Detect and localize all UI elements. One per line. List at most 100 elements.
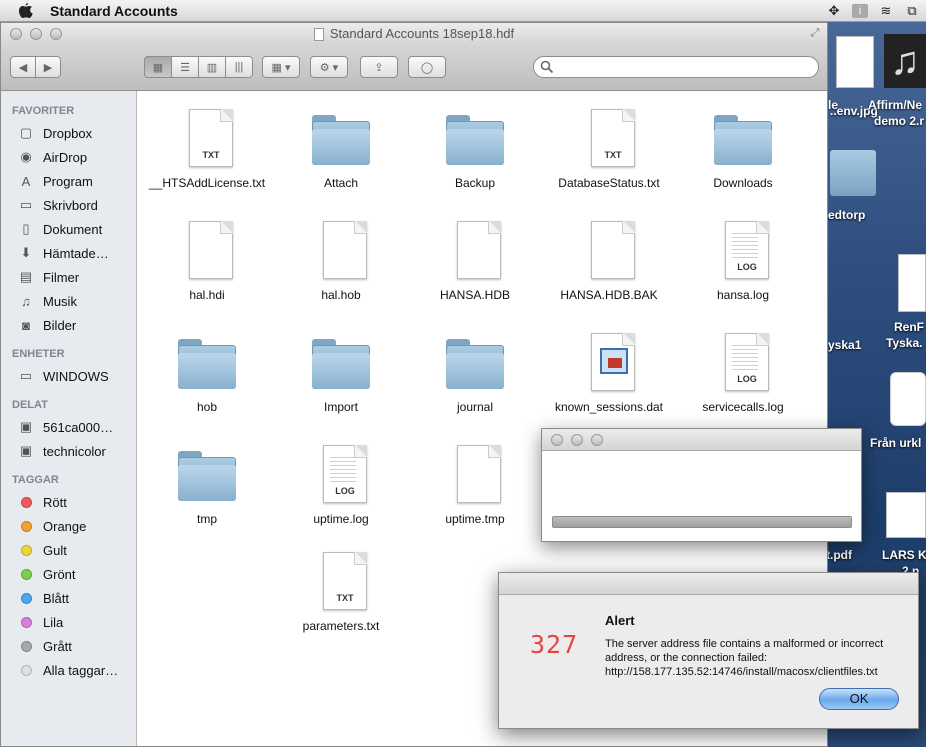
- desktop-file-thumbnail[interactable]: [836, 36, 874, 88]
- sidebar-tag-item[interactable]: Grönt: [17, 563, 133, 585]
- desktop-file-thumbnail[interactable]: [886, 492, 926, 538]
- close-window-button[interactable]: [551, 434, 563, 446]
- file-item[interactable]: uptime.tmp: [408, 443, 542, 527]
- desktop-app-icon[interactable]: [890, 372, 926, 426]
- sidebar: FAVORITER ▢ Dropbox ◉ AirDrop A Program ▭ Sk…: [1, 91, 137, 746]
- progress-fill: [553, 517, 851, 527]
- data-file-icon: [577, 331, 641, 395]
- document-proxy-icon[interactable]: [313, 27, 324, 41]
- sidebar-item-dokument[interactable]: ▯ Dokument: [17, 218, 133, 240]
- file-item[interactable]: tmp: [140, 443, 274, 527]
- sidebar-item-shared-2[interactable]: ▣ technicolor: [17, 440, 133, 462]
- sidebar-item-label: Hämtade…: [43, 245, 109, 261]
- desktop-file-thumbnail[interactable]: [898, 254, 926, 312]
- sidebar-item-shared-1[interactable]: ▣ 561ca000…: [17, 416, 133, 438]
- file-item[interactable]: Attach: [274, 107, 408, 191]
- file-item[interactable]: HANSA.HDB: [408, 219, 542, 303]
- sidebar-tag-item[interactable]: Orange: [17, 515, 133, 537]
- music-file-icon[interactable]: ♫: [884, 34, 926, 88]
- file-item[interactable]: LOG uptime.log: [274, 443, 408, 527]
- sidebar-item-bilder[interactable]: ◙ Bilder: [17, 314, 133, 336]
- sidebar-item-musik[interactable]: ♫ Musik: [17, 290, 133, 312]
- window-titlebar[interactable]: Standard Accounts 18sep18.hdf ⤢: [1, 23, 827, 45]
- sidebar-tag-item[interactable]: Alla taggar…: [17, 659, 133, 681]
- file-name-label: journal: [456, 400, 494, 414]
- tags-button[interactable]: ◯: [408, 56, 446, 78]
- desktop-label: edtorp: [828, 208, 866, 222]
- zoom-window-button[interactable]: [591, 434, 603, 446]
- document-icon: TXT: [175, 107, 239, 171]
- info-menu-icon[interactable]: i: [852, 4, 868, 18]
- file-item[interactable]: hob: [140, 331, 274, 415]
- airdrop-icon: ◉: [20, 149, 32, 164]
- sidebar-tag-item[interactable]: Lila: [17, 611, 133, 633]
- sidebar-item-skrivbord[interactable]: ▭ Skrivbord: [17, 194, 133, 216]
- dropbox-menu-icon[interactable]: ✥: [826, 4, 842, 18]
- file-item[interactable]: Backup: [408, 107, 542, 191]
- progress-titlebar[interactable]: [542, 429, 861, 451]
- file-item[interactable]: LOG hansa.log: [676, 219, 810, 303]
- sidebar-item-label: Grönt: [43, 566, 76, 582]
- ok-button[interactable]: OK: [819, 688, 899, 710]
- apple-menu-icon[interactable]: [16, 2, 36, 19]
- file-item[interactable]: TXT parameters.txt: [274, 550, 408, 634]
- folder-icon: [711, 107, 775, 171]
- sidebar-item-windows[interactable]: ▭ WINDOWS: [17, 365, 133, 387]
- tag-color-dot-icon: [21, 568, 32, 580]
- file-item[interactable]: hal.hdi: [140, 219, 274, 303]
- shared-header: DELAT: [12, 399, 48, 411]
- sidebar-item-airdrop[interactable]: ◉ AirDrop: [17, 146, 133, 168]
- tag-color-dot-icon: [21, 640, 32, 652]
- sidebar-item-hamtade[interactable]: ⬇ Hämtade…: [17, 242, 133, 264]
- zoom-window-button[interactable]: [50, 28, 62, 40]
- tags-header: TAGGAR: [12, 474, 59, 486]
- list-view-button[interactable]: ☰: [171, 56, 199, 78]
- file-extension-label: TXT: [604, 150, 622, 160]
- share-button[interactable]: ⇪: [360, 56, 398, 78]
- sidebar-item-label: Dokument: [43, 221, 103, 237]
- file-item[interactable]: Import: [274, 331, 408, 415]
- sidebar-item-label: Alla taggar…: [43, 662, 119, 678]
- sidebar-tag-item[interactable]: Rött: [17, 491, 133, 513]
- coverflow-view-button[interactable]: |||: [225, 56, 253, 78]
- file-name-label: Backup: [454, 176, 496, 190]
- arrange-button[interactable]: ▦ ▾: [262, 56, 300, 78]
- file-item[interactable]: TXT __HTSAddLicense.txt: [140, 107, 274, 191]
- tag-color-dot-icon: [21, 520, 32, 532]
- minimize-window-button[interactable]: [30, 28, 42, 40]
- file-item[interactable]: known_sessions.dat: [542, 331, 676, 415]
- desktop-label: LARS K: [882, 548, 926, 562]
- sidebar-item-label: Grått: [43, 638, 72, 654]
- sidebar-item-dropbox[interactable]: ▢ Dropbox: [17, 122, 133, 144]
- file-item[interactable]: hal.hob: [274, 219, 408, 303]
- sidebar-tag-item[interactable]: Blått: [17, 587, 133, 609]
- search-input[interactable]: [533, 56, 819, 78]
- file-item[interactable]: LOG servicecalls.log: [676, 331, 810, 415]
- sidebar-item-program[interactable]: A Program: [17, 170, 133, 192]
- sidebar-item-filmer[interactable]: ▤ Filmer: [17, 266, 133, 288]
- fullscreen-icon[interactable]: ⤢: [809, 27, 821, 39]
- file-name-label: HANSA.HDB: [439, 288, 510, 302]
- file-item[interactable]: TXT DatabaseStatus.txt: [542, 107, 676, 191]
- back-button[interactable]: ◀: [10, 56, 36, 78]
- sidebar-tag-item[interactable]: Gult: [17, 539, 133, 561]
- forward-button[interactable]: ▶: [35, 56, 61, 78]
- close-window-button[interactable]: [10, 28, 22, 40]
- app-menu-name[interactable]: Standard Accounts: [50, 3, 178, 19]
- action-gear-button[interactable]: ⚙ ▾: [310, 56, 348, 78]
- file-item[interactable]: Downloads: [676, 107, 810, 191]
- computer-icon: ▣: [19, 443, 33, 458]
- alert-titlebar[interactable]: [499, 573, 918, 595]
- icon-view-button[interactable]: ▦: [144, 56, 172, 78]
- file-item[interactable]: HANSA.HDB.BAK: [542, 219, 676, 303]
- minimize-window-button[interactable]: [571, 434, 583, 446]
- sync-menu-icon[interactable]: ⧉: [904, 4, 920, 18]
- tag-color-dot-icon: [21, 544, 32, 556]
- sidebar-item-label: Rött: [43, 494, 67, 510]
- file-item[interactable]: journal: [408, 331, 542, 415]
- file-name-label: Attach: [323, 176, 359, 190]
- column-view-button[interactable]: ▥: [198, 56, 226, 78]
- desktop-folder-icon[interactable]: [830, 150, 876, 196]
- script-menu-icon[interactable]: ≋: [878, 4, 894, 18]
- sidebar-tag-item[interactable]: Grått: [17, 635, 133, 657]
